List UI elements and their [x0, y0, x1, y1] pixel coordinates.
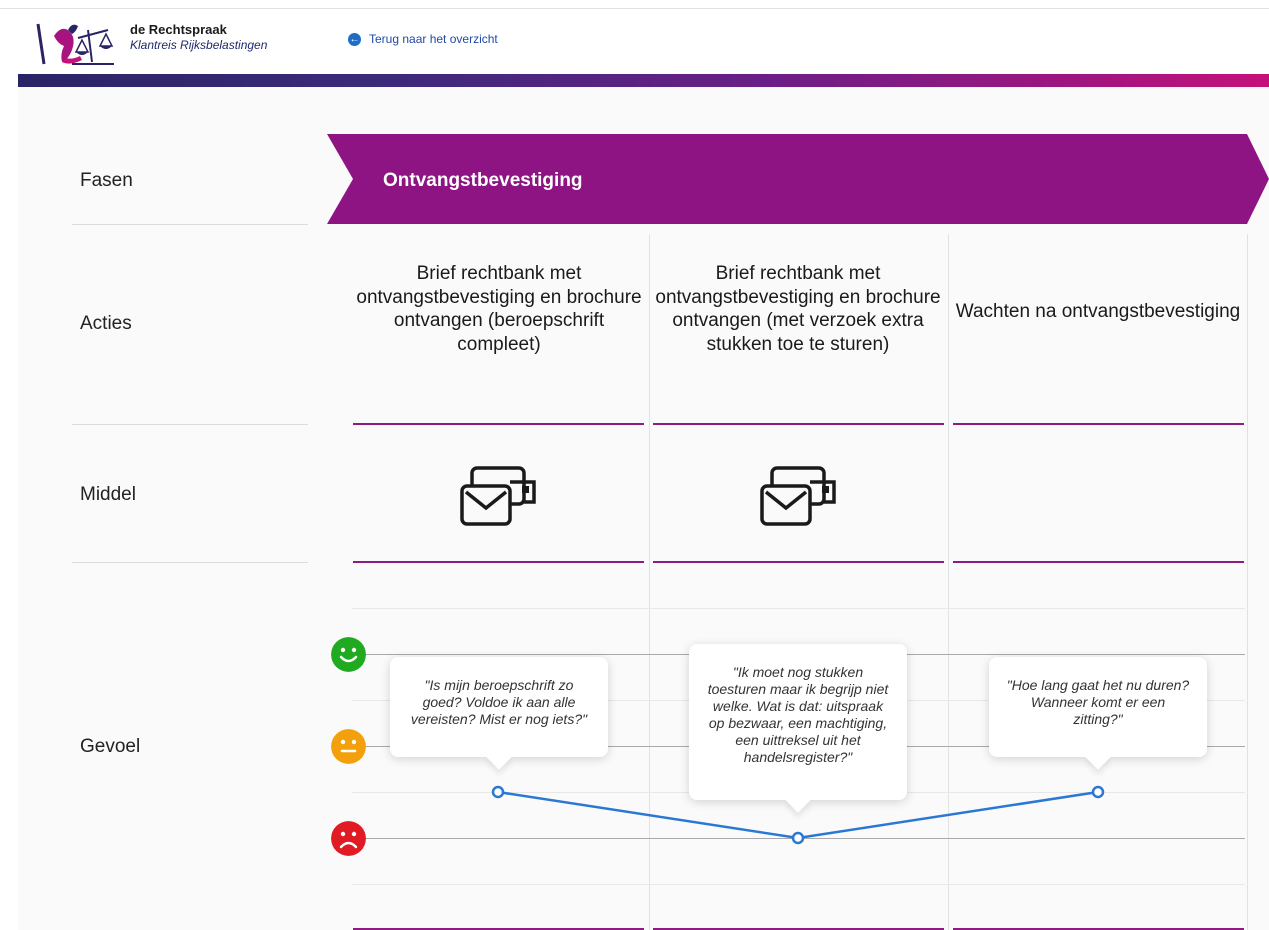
happy-face-icon [331, 637, 366, 672]
column-divider [649, 234, 650, 930]
section-divider [353, 561, 644, 563]
section-divider [953, 561, 1244, 563]
arrow-left-circle-icon: ← [348, 32, 361, 46]
row-separator [72, 224, 308, 225]
column-divider [948, 234, 949, 930]
mail-letters-icon [760, 466, 836, 526]
action-card-2: Brief rechtbank met ontvangstbevestiging… [655, 263, 941, 355]
column-divider [1247, 234, 1248, 930]
row-separator [72, 424, 308, 425]
phase-title: Ontvangstbevestiging [383, 170, 583, 191]
rechtspraak-logo-icon[interactable] [32, 16, 132, 70]
quote-bubble-2: "Ik moet nog stukken toesturen maar ik b… [689, 644, 907, 813]
row-label-acties: Acties [80, 313, 132, 334]
sad-face-icon [331, 821, 366, 856]
grid-line [352, 884, 1245, 885]
mail-letters-icon [460, 466, 536, 526]
row-label-middel: Middel [80, 484, 136, 505]
row-label-fasen: Fasen [80, 170, 133, 191]
quote-text-2: "Ik moet nog stukken toesturen maar ik b… [707, 664, 889, 765]
neutral-face-icon [331, 729, 366, 764]
quote-text-1: "Is mijn beroepschrift zo goed? Voldoe i… [410, 677, 588, 727]
action-card-3: Wachten na ontvangstbevestiging [955, 301, 1241, 322]
back-link-label: Terug naar het overzicht [369, 32, 498, 46]
section-divider [353, 423, 644, 425]
brand-subtitle: Klantreis Rijksbelastingen [130, 38, 268, 52]
header-gradient-bar [18, 74, 1269, 87]
brand: de Rechtspraak Klantreis Rijksbelastinge… [130, 22, 267, 52]
brand-name: de Rechtspraak [130, 22, 227, 37]
app-header: de Rechtspraak Klantreis Rijksbelastinge… [18, 10, 1269, 74]
quote-bubble-1: "Is mijn beroepschrift zo goed? Voldoe i… [390, 657, 608, 770]
grid-line [352, 608, 1245, 609]
quote-bubble-3: "Hoe lang gaat het nu duren? Wanneer kom… [989, 657, 1207, 770]
row-label-gevoel: Gevoel [80, 736, 141, 757]
quote-text-3: "Hoe lang gaat het nu duren? Wanneer kom… [1006, 677, 1190, 727]
section-divider [653, 423, 944, 425]
top-border [0, 8, 1269, 9]
action-card-1: Brief rechtbank met ontvangstbevestiging… [356, 263, 642, 355]
row-separator [72, 562, 308, 563]
section-divider [953, 423, 1244, 425]
back-to-overview-link[interactable]: ← Terug naar het overzicht [348, 32, 498, 46]
level-line-negative [366, 838, 1245, 839]
section-divider [653, 561, 944, 563]
